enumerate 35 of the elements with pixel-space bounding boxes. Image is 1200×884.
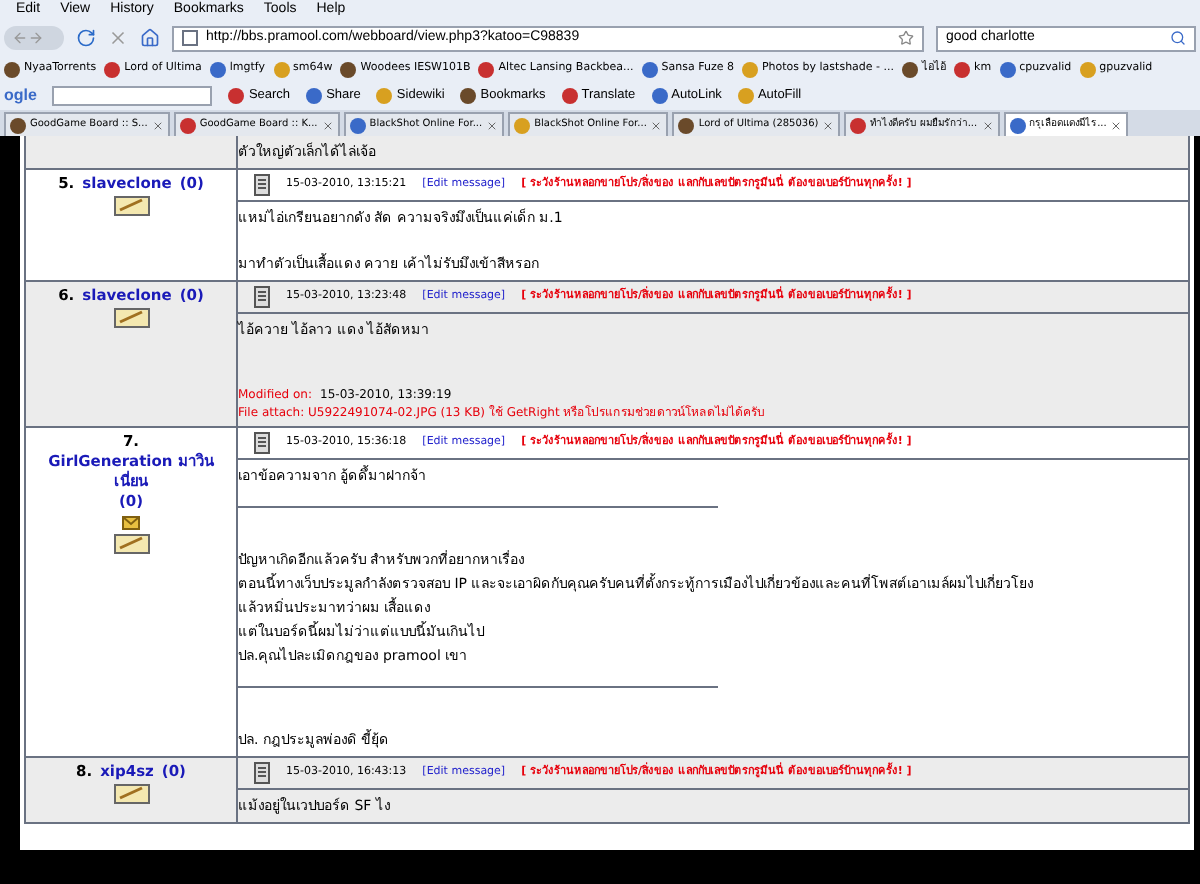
- profile-card-icon: [113, 308, 149, 328]
- profile-card-icon: [113, 196, 149, 216]
- favicon-icon: [902, 61, 919, 77]
- close-icon[interactable]: [1110, 119, 1123, 131]
- favicon-icon: [10, 117, 26, 133]
- close-icon[interactable]: [822, 119, 835, 131]
- favicon-icon: [999, 61, 1016, 77]
- post-icon: [254, 762, 270, 784]
- stop-icon[interactable]: [108, 28, 128, 48]
- post-icon: [254, 432, 270, 454]
- favicon-icon: [954, 61, 971, 77]
- favicon-icon: [514, 117, 531, 133]
- profile-card-icon: [113, 534, 149, 554]
- favicon-icon: [179, 117, 196, 133]
- favicon-icon: [1009, 117, 1026, 133]
- home-icon[interactable]: [140, 28, 160, 48]
- google-logo: ogle: [4, 84, 37, 108]
- search-icon[interactable]: [1170, 30, 1186, 46]
- close-icon[interactable]: [321, 119, 334, 131]
- close-icon[interactable]: [650, 119, 663, 131]
- close-icon[interactable]: [151, 119, 164, 131]
- favicon-icon: [4, 61, 20, 77]
- favicon-icon: [850, 117, 867, 133]
- close-icon[interactable]: [486, 119, 499, 131]
- google-search-field[interactable]: [52, 86, 213, 106]
- star-icon[interactable]: [898, 30, 914, 46]
- favicon-icon: [561, 88, 578, 104]
- profile-card-icon: [113, 784, 149, 804]
- post-icon: [254, 174, 270, 196]
- close-icon[interactable]: [981, 119, 994, 131]
- favicon-icon: [104, 61, 121, 77]
- favicon-icon: [1079, 61, 1096, 77]
- page-icon: [182, 30, 198, 46]
- post-icon: [254, 286, 270, 308]
- reload-icon[interactable]: [76, 28, 96, 48]
